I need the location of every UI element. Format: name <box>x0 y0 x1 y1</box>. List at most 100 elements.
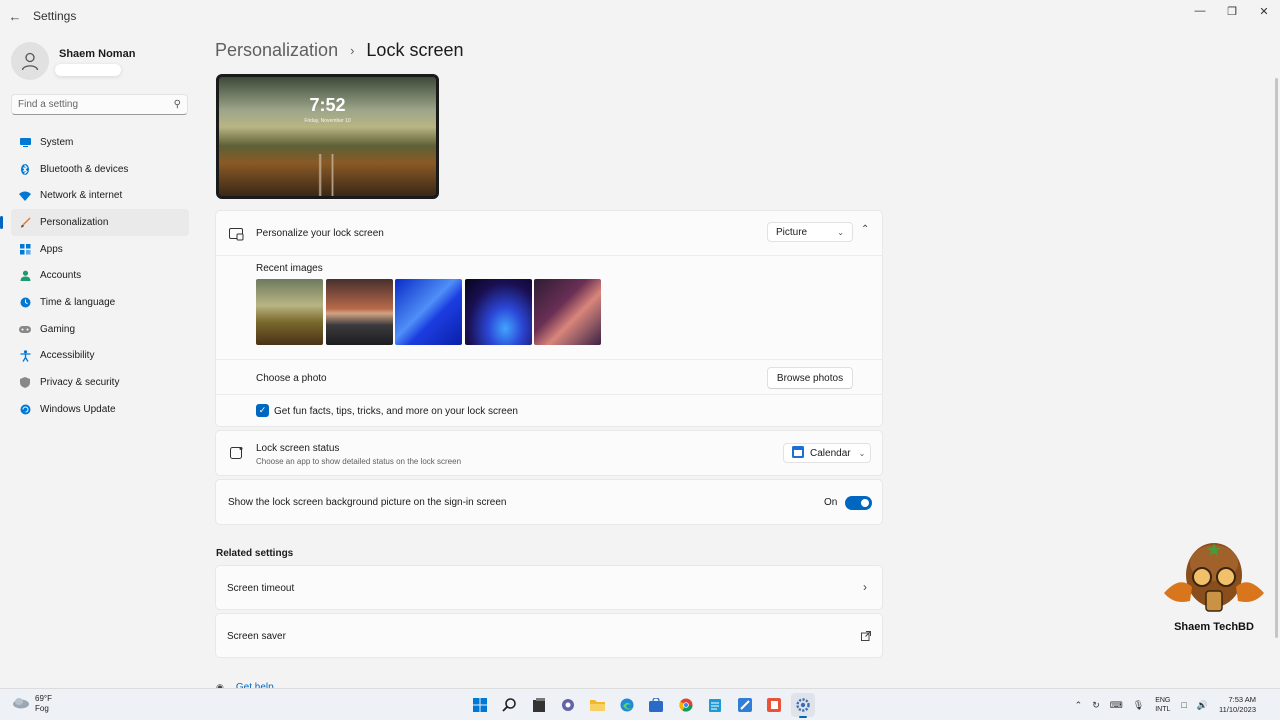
sidebar-item-gaming[interactable]: Gaming <box>11 316 189 343</box>
sidebar-item-label: Personalization <box>40 216 109 228</box>
channel-logo-text: Shaem TechBD <box>1174 621 1254 633</box>
chevron-up-icon[interactable]: ⌃ <box>861 224 869 235</box>
brush-icon <box>19 216 31 228</box>
screen-saver-row[interactable]: Screen saver <box>215 613 883 658</box>
search-box[interactable]: ⚲ <box>11 94 188 115</box>
apps-icon <box>19 243 31 255</box>
store-icon[interactable] <box>644 693 668 717</box>
notepad-icon[interactable] <box>703 693 727 717</box>
close-icon[interactable]: ✕ <box>1248 0 1280 22</box>
sidebar-item-label: System <box>40 136 74 148</box>
breadcrumb-parent[interactable]: Personalization <box>215 40 338 61</box>
calendar-icon <box>792 445 804 461</box>
sidebar-item-label: Accounts <box>40 270 82 282</box>
weather-temp: 69°F <box>35 694 52 703</box>
clock-date: 11/10/2023 <box>1219 705 1256 714</box>
breadcrumb-separator-icon: › <box>350 43 355 58</box>
signin-card: Show the lock screen background picture … <box>215 479 883 525</box>
chevron-up-icon[interactable]: ⌃ <box>1075 700 1083 711</box>
update-icon <box>19 403 31 415</box>
restore-icon[interactable]: ❐ <box>1216 0 1248 22</box>
wifi-icon <box>19 190 31 202</box>
recent-images <box>256 279 601 345</box>
sidebar: Shaem Noman ⚲ System Bluetooth & devices… <box>0 32 200 688</box>
minimize-icon[interactable]: — <box>1184 0 1216 22</box>
sidebar-item-time-language[interactable]: Time & language <box>11 289 189 316</box>
clock[interactable]: 7:53 AM 11/10/2023 <box>1219 695 1256 715</box>
screen-timeout-row[interactable]: Screen timeout › <box>215 565 883 610</box>
microphone-icon[interactable]: 🎙 <box>1133 700 1144 711</box>
sidebar-item-windows-update[interactable]: Windows Update <box>11 396 189 423</box>
fun-facts-checkbox[interactable]: ✓ <box>256 404 269 417</box>
signin-toggle[interactable] <box>845 496 872 510</box>
scrollbar[interactable] <box>1275 78 1278 638</box>
sidebar-item-label: Network & internet <box>40 190 123 202</box>
lang-top: ENG <box>1155 697 1171 704</box>
chrome-icon[interactable] <box>674 693 698 717</box>
profile-name: Shaem Noman <box>59 48 136 60</box>
search-icon[interactable] <box>497 693 521 717</box>
recent-image-1[interactable] <box>256 279 323 345</box>
recent-image-5[interactable] <box>534 279 601 345</box>
clock-time: 7:53 AM <box>1228 695 1256 704</box>
browse-photos-button[interactable]: Browse photos <box>767 367 853 389</box>
settings-icon[interactable] <box>791 693 816 718</box>
sidebar-item-label: Apps <box>40 243 63 255</box>
folder-icon[interactable] <box>586 693 610 717</box>
recent-image-4[interactable] <box>464 279 532 345</box>
sidebar-item-apps[interactable]: Apps <box>11 236 189 263</box>
back-arrow-icon[interactable]: ← <box>0 0 30 32</box>
sidebar-item-accessibility[interactable]: Accessibility <box>11 343 189 370</box>
personalize-dropdown-value: Picture <box>776 226 808 238</box>
globe-clock-icon <box>19 296 31 308</box>
cloud-icon <box>12 697 30 712</box>
start-icon[interactable] <box>468 693 492 717</box>
personalize-dropdown[interactable]: Picture ⌄ <box>767 222 853 242</box>
personalize-label: Personalize your lock screen <box>256 228 384 239</box>
profile[interactable]: Shaem Noman <box>11 42 135 80</box>
title-bar: ← Settings — ❐ ✕ <box>0 0 1280 32</box>
shield-icon <box>19 377 31 389</box>
external-link-icon <box>861 630 871 644</box>
paint-icon[interactable] <box>733 693 757 717</box>
sidebar-item-label: Bluetooth & devices <box>40 163 129 175</box>
lock-status-value: Calendar <box>810 447 851 459</box>
sidebar-item-accounts[interactable]: Accounts <box>11 262 189 289</box>
edge-icon[interactable] <box>615 693 639 717</box>
monitor-icon <box>19 136 31 148</box>
language-indicator[interactable]: ENG INTL <box>1155 696 1170 714</box>
app-title: Settings <box>33 9 77 23</box>
page-title: Lock screen <box>366 40 464 60</box>
sidebar-item-label: Gaming <box>40 323 76 335</box>
weather-widget[interactable]: 69°F Fog <box>12 694 52 714</box>
sync-icon[interactable]: ↻ <box>1092 700 1100 711</box>
network-icon[interactable]: □ <box>1181 700 1186 710</box>
preview-time: 7:52 <box>309 95 346 115</box>
file-icon[interactable] <box>527 693 551 717</box>
lock-status-card: Lock screen status Choose an app to show… <box>215 430 883 476</box>
search-input[interactable] <box>18 99 174 110</box>
volume-icon[interactable]: 🔊 <box>1197 700 1208 711</box>
sidebar-item-label: Windows Update <box>40 403 116 415</box>
sidebar-item-label: Privacy & security <box>40 377 120 389</box>
search-icon[interactable]: ⚲ <box>174 99 181 110</box>
person-icon <box>19 270 31 282</box>
chat-icon[interactable] <box>556 693 580 717</box>
sidebar-item-bluetooth[interactable]: Bluetooth & devices <box>11 156 189 183</box>
lock-screen-preview: 7:52 Friday, November 10 <box>216 74 439 199</box>
office-icon[interactable] <box>762 693 786 717</box>
keyboard-icon[interactable]: ⌨ <box>1110 700 1123 711</box>
sidebar-item-privacy[interactable]: Privacy & security <box>11 369 189 396</box>
lock-status-dropdown[interactable]: Calendar ⌄ <box>783 443 871 463</box>
sidebar-item-personalization[interactable]: Personalization <box>0 209 189 236</box>
channel-logo: Shaem TechBD <box>1160 535 1268 637</box>
lock-status-sub: Choose an app to show detailed status on… <box>256 457 462 466</box>
recent-image-2[interactable] <box>325 279 393 345</box>
divider <box>216 394 882 395</box>
breadcrumb: Personalization › Lock screen <box>215 40 463 61</box>
sidebar-item-network[interactable]: Network & internet <box>11 182 189 209</box>
sidebar-item-system[interactable]: System <box>11 129 189 156</box>
window-controls: — ❐ ✕ <box>1184 0 1280 22</box>
taskbar-apps <box>468 693 821 718</box>
recent-image-3[interactable] <box>395 279 462 345</box>
